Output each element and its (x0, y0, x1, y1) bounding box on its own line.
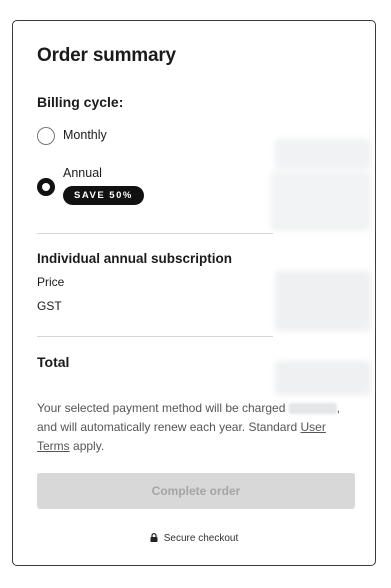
lock-icon (150, 533, 158, 545)
divider (37, 336, 273, 337)
annual-radio[interactable] (37, 178, 55, 196)
legal-text-end: apply. (73, 439, 105, 453)
page-title: Order summary (37, 45, 176, 66)
subscription-title: Individual annual subscription (37, 251, 233, 266)
monthly-price-redacted (275, 139, 371, 169)
monthly-label[interactable]: Monthly (63, 128, 107, 142)
monthly-radio[interactable] (37, 127, 55, 145)
annual-price-redacted (271, 171, 371, 231)
charge-amount-redacted (288, 403, 337, 415)
divider (37, 233, 273, 234)
secure-checkout: Secure checkout (13, 533, 375, 545)
order-summary-card: Order summary Billing cycle: Monthly Ann… (12, 20, 376, 566)
secure-checkout-label: Secure checkout (163, 533, 239, 544)
subscription-amounts-redacted (275, 271, 371, 331)
complete-order-button[interactable]: Complete order (37, 473, 355, 509)
legal-text: Your selected payment method will be cha… (37, 399, 357, 456)
billing-cycle-label: Billing cycle: (37, 94, 124, 110)
save-badge: SAVE 50% (63, 186, 144, 205)
total-label: Total (37, 354, 70, 370)
total-amount-redacted (275, 361, 371, 395)
legal-text-before: Your selected payment method will be cha… (37, 401, 286, 415)
price-label: Price (37, 275, 65, 289)
annual-label[interactable]: Annual (63, 166, 102, 180)
gst-label: GST (37, 299, 62, 313)
